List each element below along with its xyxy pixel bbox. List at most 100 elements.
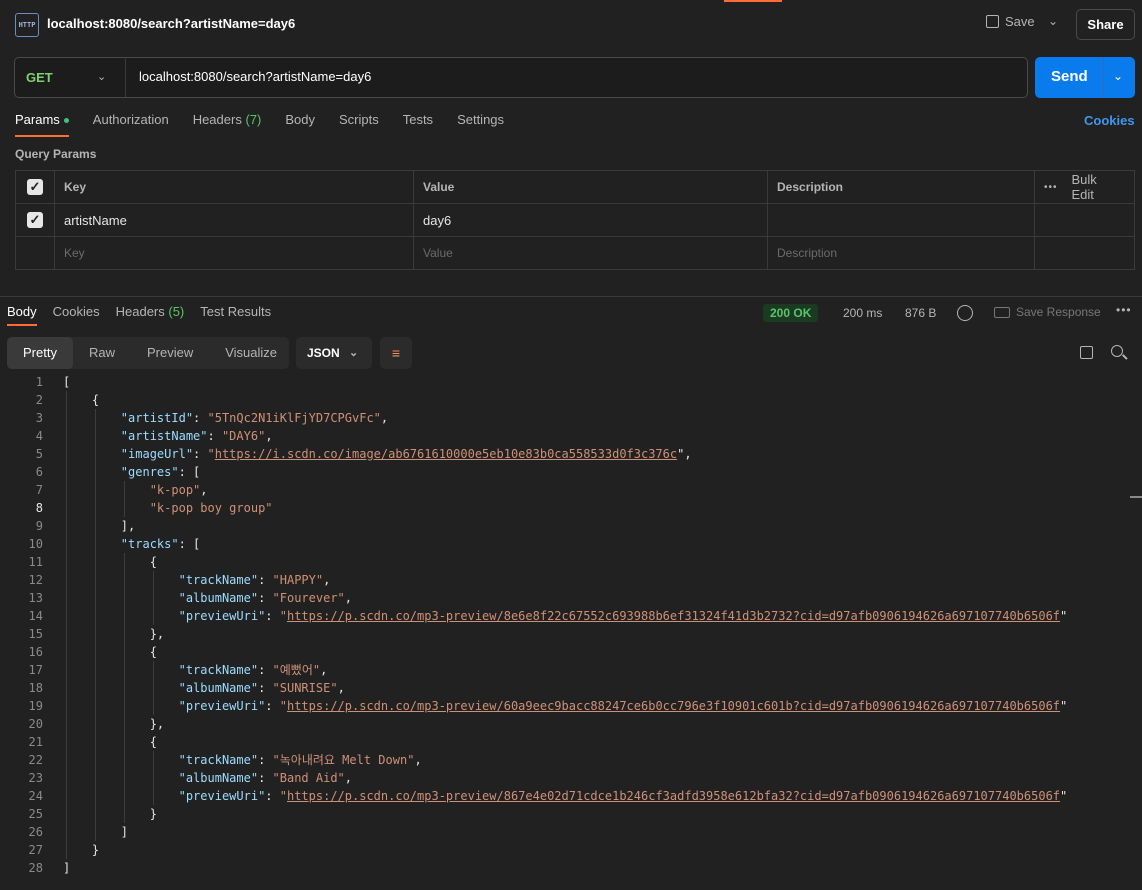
param-key-input[interactable]: artistName	[55, 203, 414, 237]
send-button[interactable]: Send ⌄	[1035, 57, 1135, 98]
tab-pretty[interactable]: Pretty	[7, 337, 73, 369]
format-label: JSON	[307, 346, 340, 360]
line-content: "tracks": [	[120, 537, 201, 551]
line-number: 23	[28, 771, 43, 785]
line-content: "trackName": "예뻤어",	[178, 663, 328, 677]
code-line: 10 "tracks": [	[0, 535, 1130, 553]
status-badge[interactable]: 200 OK	[763, 304, 819, 322]
line-content: "genres": [	[120, 465, 201, 479]
line-content: "albumName": "Band Aid",	[178, 771, 353, 785]
url-divider	[125, 58, 126, 97]
param-checkbox[interactable]: ✓	[15, 203, 55, 237]
request-header: HTTP localhost:8080/search?artistName=da…	[0, 0, 1142, 48]
line-content: "albumName": "Fourever",	[178, 591, 353, 605]
method-select[interactable]: GET	[26, 70, 53, 85]
line-content: "albumName": "SUNRISE",	[178, 681, 345, 695]
cookies-link[interactable]: Cookies	[1084, 113, 1135, 128]
copy-icon[interactable]	[1080, 346, 1093, 359]
line-content: "trackName": "녹아내려요 Melt Down",	[178, 753, 422, 767]
save-response-label: Save Response	[1016, 305, 1101, 319]
code-line: 11 {	[0, 553, 1130, 571]
code-line: 1[	[0, 373, 1130, 391]
line-number: 7	[35, 483, 43, 497]
code-line: 2 {	[0, 391, 1130, 409]
code-line: 8 "k-pop boy group"	[0, 499, 1130, 517]
pane-divider[interactable]	[0, 296, 1142, 297]
param-value-input[interactable]: day6	[414, 203, 768, 237]
code-line: 13 "albumName": "Fourever",	[0, 589, 1130, 607]
tab-response-body[interactable]: Body	[7, 304, 37, 326]
code-line: 27 }	[0, 841, 1130, 859]
param-row-spacer	[1035, 236, 1135, 270]
line-number: 6	[35, 465, 43, 479]
request-title[interactable]: localhost:8080/search?artistName=day6	[47, 16, 295, 31]
line-content: },	[63, 627, 165, 641]
chevron-down-icon[interactable]: ⌄	[1048, 14, 1058, 28]
param-description-input[interactable]	[768, 203, 1035, 237]
line-number: 25	[28, 807, 43, 821]
request-tabs: Params Authorization Headers (7) Body Sc…	[15, 112, 528, 137]
select-all-checkbox[interactable]: ✓	[15, 170, 55, 204]
send-divider	[1103, 57, 1104, 98]
tab-response-headers[interactable]: Headers (5)	[116, 304, 185, 326]
url-input[interactable]: localhost:8080/search?artistName=day6	[139, 69, 371, 84]
line-number: 18	[28, 681, 43, 695]
line-number: 13	[28, 591, 43, 605]
globe-icon[interactable]	[957, 305, 973, 321]
code-line: 23 "albumName": "Band Aid",	[0, 769, 1130, 787]
format-select[interactable]: JSON ⌄	[296, 337, 372, 369]
save-icon	[986, 15, 999, 28]
tab-headers[interactable]: Headers (7)	[193, 112, 262, 137]
line-content: "imageUrl": "https://i.scdn.co/image/ab6…	[120, 447, 692, 461]
search-icon[interactable]	[1111, 345, 1123, 357]
save-response-button[interactable]: Save Response	[994, 305, 1101, 319]
param-row-spacer	[1035, 203, 1135, 237]
bulk-edit-button[interactable]: ••• Bulk Edit	[1035, 170, 1135, 204]
new-key-input[interactable]: Key	[55, 236, 414, 270]
line-content: ]	[63, 861, 71, 875]
response-time[interactable]: 200 ms	[843, 306, 882, 320]
line-number: 26	[28, 825, 43, 839]
tab-params[interactable]: Params	[15, 112, 69, 137]
wrap-lines-icon[interactable]: ≡	[380, 337, 412, 369]
line-content: },	[63, 717, 165, 731]
tab-response-cookies[interactable]: Cookies	[53, 304, 100, 326]
new-value-input[interactable]: Value	[414, 236, 768, 270]
line-content: {	[63, 645, 157, 659]
new-description-input[interactable]: Description	[768, 236, 1035, 270]
tab-scripts[interactable]: Scripts	[339, 112, 379, 137]
chevron-down-icon[interactable]: ⌄	[97, 70, 106, 83]
response-body-editor[interactable]: 1[2 {3 "artistId": "5TnQc2N1iKlFjYD7CPGv…	[0, 373, 1130, 877]
column-description: Description	[768, 170, 1035, 204]
tab-tests[interactable]: Tests	[403, 112, 433, 137]
line-content: {	[63, 735, 157, 749]
line-content: "k-pop",	[149, 483, 208, 497]
check-icon: ✓	[27, 179, 43, 195]
code-line: 7 "k-pop",	[0, 481, 1130, 499]
tab-raw[interactable]: Raw	[73, 337, 131, 369]
line-number: 28	[28, 861, 43, 875]
send-label: Send	[1051, 68, 1088, 85]
tab-visualize[interactable]: Visualize	[209, 337, 293, 369]
response-size[interactable]: 876 B	[905, 306, 936, 320]
query-params-title: Query Params	[15, 147, 97, 161]
column-value: Value	[414, 170, 768, 204]
tab-settings[interactable]: Settings	[457, 112, 504, 137]
save-button[interactable]: Save	[986, 14, 1035, 29]
chevron-down-icon[interactable]: ⌄	[1113, 69, 1123, 83]
code-line: 6 "genres": [	[0, 463, 1130, 481]
line-number: 20	[28, 717, 43, 731]
tab-authorization[interactable]: Authorization	[93, 112, 169, 137]
scrollbar-marker[interactable]	[1130, 496, 1142, 498]
tab-preview[interactable]: Preview	[131, 337, 209, 369]
code-line: 5 "imageUrl": "https://i.scdn.co/image/a…	[0, 445, 1130, 463]
code-line: 15 },	[0, 625, 1130, 643]
more-icon[interactable]: •••	[1116, 303, 1132, 317]
code-line: 14 "previewUri": "https://p.scdn.co/mp3-…	[0, 607, 1130, 625]
line-content: "artistId": "5TnQc2N1iKlFjYD7CPGvFc",	[120, 411, 389, 425]
share-button[interactable]: Share	[1076, 9, 1135, 40]
response-headers-count: (5)	[168, 304, 185, 319]
tab-body[interactable]: Body	[285, 112, 315, 137]
tab-test-results[interactable]: Test Results	[200, 304, 271, 326]
code-line: 25 }	[0, 805, 1130, 823]
